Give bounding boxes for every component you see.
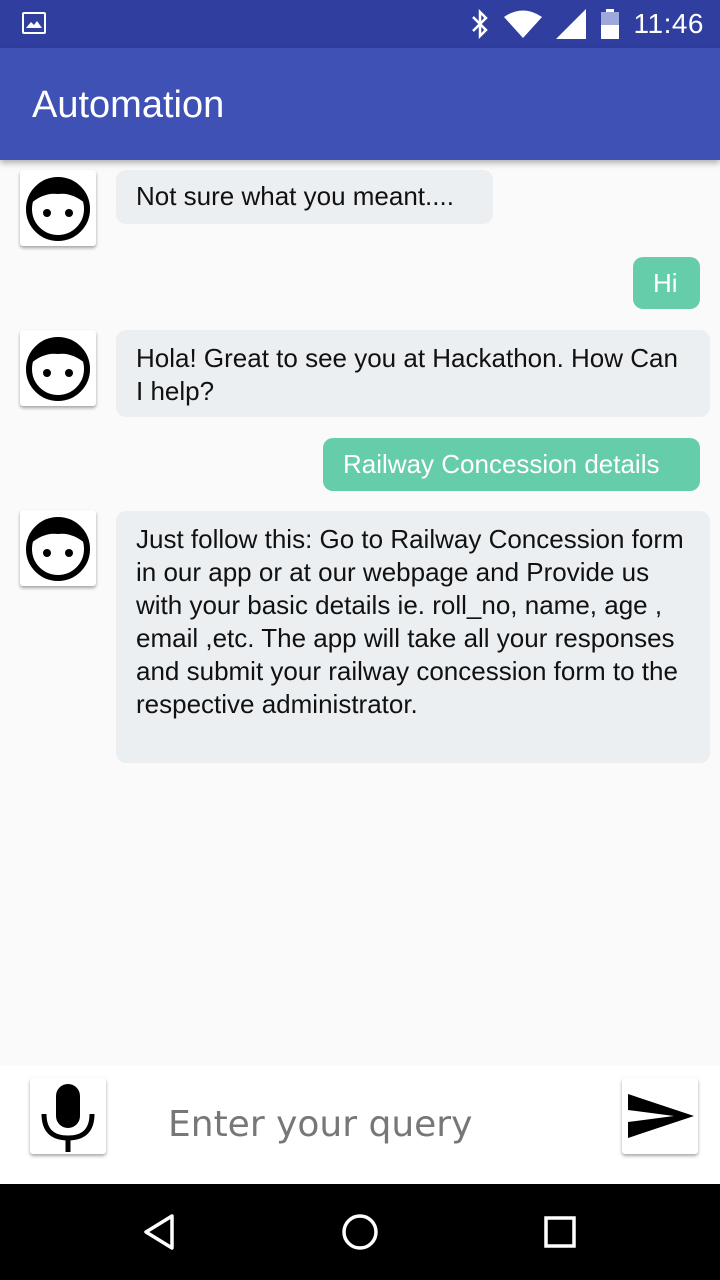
app-title: Automation: [32, 84, 225, 126]
app-bar: Automation: [0, 48, 720, 160]
bot-avatar: [20, 330, 96, 406]
status-bar: 11:46: [0, 0, 720, 48]
back-icon[interactable]: [138, 1210, 182, 1254]
microphone-icon: [41, 1084, 95, 1152]
bot-message: Just follow this: Go to Railway Concessi…: [116, 511, 710, 763]
bot-avatar: [20, 170, 96, 246]
battery-icon: [600, 9, 619, 39]
input-bar: [0, 1066, 720, 1184]
wifi-icon: [503, 10, 542, 38]
face-icon: [26, 517, 90, 581]
image-icon: [22, 12, 46, 34]
send-icon: [628, 1094, 694, 1138]
bot-avatar: [20, 510, 96, 586]
face-icon: [26, 337, 90, 401]
send-button[interactable]: [622, 1078, 698, 1154]
user-message: Hi: [633, 257, 700, 309]
mic-button[interactable]: [30, 1078, 106, 1154]
clock: 11:46: [633, 8, 704, 39]
nav-bar: [0, 1184, 720, 1280]
bot-message: Not sure what you meant....: [116, 170, 493, 224]
face-icon: [26, 177, 90, 241]
home-icon[interactable]: [338, 1210, 382, 1254]
chat-list[interactable]: Not sure what you meant.... Hi Hola! Gre…: [0, 160, 720, 1065]
query-input[interactable]: [168, 1096, 588, 1152]
bluetooth-icon: [471, 9, 488, 39]
bot-message: Hola! Great to see you at Hackathon. How…: [116, 330, 710, 417]
user-message: Railway Concession details: [323, 438, 700, 491]
recents-icon[interactable]: [538, 1210, 582, 1254]
signal-icon: [555, 9, 586, 39]
